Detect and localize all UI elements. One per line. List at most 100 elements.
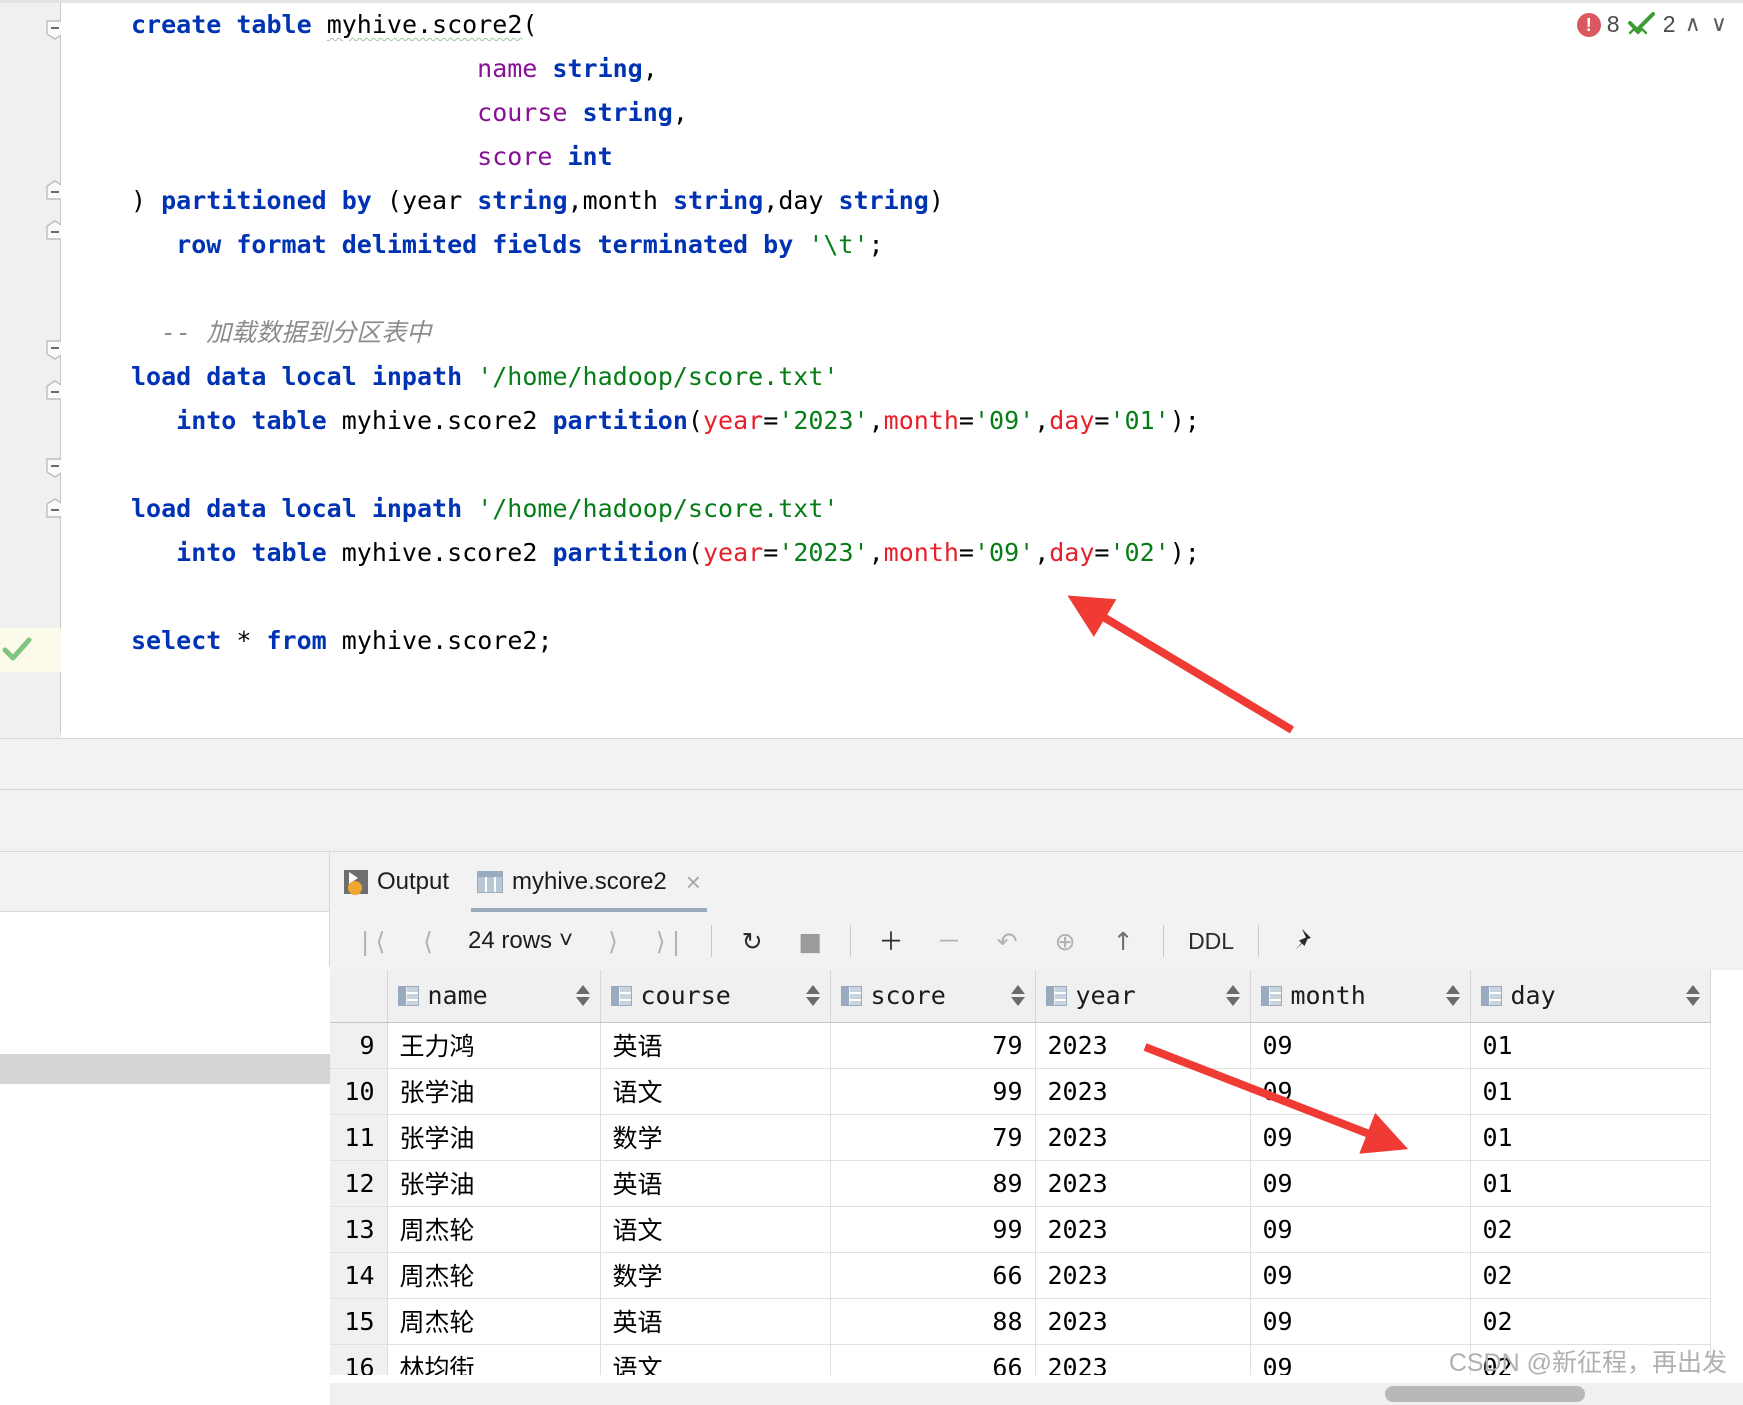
delete-row-icon[interactable]: － <box>921 919 977 963</box>
prev-page-button[interactable]: ⟨ <box>400 919 456 963</box>
cell-year[interactable]: 2023 <box>1035 1252 1251 1299</box>
cell-year[interactable]: 2023 <box>1035 1206 1251 1253</box>
first-page-button[interactable]: ❘⟨ <box>342 919 398 963</box>
pin-tab-icon[interactable] <box>1271 919 1327 963</box>
cell-day[interactable]: 01 <box>1470 1160 1711 1207</box>
row-count-selector[interactable]: 24 rows ˅ <box>458 927 583 955</box>
table-row[interactable]: 10 张学油 语文 99 2023 09 01 <box>330 1068 1711 1115</box>
code-token: score <box>477 142 553 171</box>
cell-year[interactable]: 2023 <box>1035 1114 1251 1161</box>
sort-arrows-icon[interactable] <box>805 985 820 1007</box>
table-row[interactable]: 15 周杰轮 英语 88 2023 09 02 <box>330 1298 1711 1345</box>
cell-score[interactable]: 99 <box>830 1206 1036 1253</box>
cell-name[interactable]: 林均街 <box>387 1344 601 1375</box>
cell-year[interactable]: 2023 <box>1035 1344 1251 1375</box>
cell-score[interactable]: 66 <box>830 1344 1036 1375</box>
row-number-header <box>330 970 388 1023</box>
stop-icon[interactable]: ■ <box>782 919 838 963</box>
cell-course[interactable]: 数学 <box>600 1252 831 1299</box>
code-token: , <box>642 54 658 83</box>
cell-course[interactable]: 数学 <box>600 1114 831 1161</box>
revert-changes-icon[interactable]: ↶ <box>979 919 1035 963</box>
upload-icon[interactable]: ↑ <box>1095 919 1151 963</box>
cell-name[interactable]: 周杰轮 <box>387 1206 601 1253</box>
cell-year[interactable]: 2023 <box>1035 1068 1251 1115</box>
cell-name[interactable]: 周杰轮 <box>387 1298 601 1345</box>
grid-horizontal-scrollbar[interactable] <box>330 1383 1743 1405</box>
column-header-year[interactable]: year <box>1035 970 1251 1023</box>
table-row[interactable]: 12 张学油 英语 89 2023 09 01 <box>330 1160 1711 1207</box>
column-header-month[interactable]: month <box>1250 970 1471 1023</box>
cell-score[interactable]: 89 <box>830 1160 1036 1207</box>
cell-score[interactable]: 66 <box>830 1252 1036 1299</box>
sort-arrows-icon[interactable] <box>1010 985 1025 1007</box>
result-tab-myhive-score2[interactable]: myhive.score2 × <box>463 852 715 912</box>
cell-course[interactable]: 语文 <box>600 1206 831 1253</box>
code-token: int <box>567 142 613 171</box>
cell-score[interactable]: 79 <box>830 1114 1036 1161</box>
column-header-name[interactable]: name <box>387 970 601 1023</box>
cell-score[interactable]: 88 <box>830 1298 1036 1345</box>
code-token: * <box>236 626 252 655</box>
result-data-grid[interactable]: name course score year month day 9 王力鸿 英语 79 2023… <box>330 970 1743 1375</box>
sort-arrows-icon[interactable] <box>1685 985 1700 1007</box>
table-row[interactable]: 13 周杰轮 语文 99 2023 09 02 <box>330 1206 1711 1253</box>
cell-day[interactable]: 01 <box>1470 1114 1711 1161</box>
sort-arrows-icon[interactable] <box>1445 985 1460 1007</box>
cell-score[interactable]: 99 <box>830 1068 1036 1115</box>
next-page-button[interactable]: ⟩ <box>585 919 641 963</box>
chevron-down-icon[interactable]: ∨ <box>1709 12 1729 37</box>
cell-month[interactable]: 09 <box>1250 1206 1471 1253</box>
cell-year[interactable]: 2023 <box>1035 1022 1251 1069</box>
table-row[interactable]: 9 王力鸿 英语 79 2023 09 01 <box>330 1022 1711 1069</box>
cell-course[interactable]: 英语 <box>600 1160 831 1207</box>
cell-day[interactable]: 02 <box>1470 1252 1711 1299</box>
cell-course[interactable]: 语文 <box>600 1344 831 1375</box>
cell-name[interactable]: 王力鸿 <box>387 1022 601 1069</box>
statement-success-icon[interactable] <box>2 636 32 662</box>
cell-day[interactable]: 02 <box>1470 1206 1711 1253</box>
table-row[interactable]: 11 张学油 数学 79 2023 09 01 <box>330 1114 1711 1161</box>
sort-arrows-icon[interactable] <box>575 985 590 1007</box>
tool-window-splitter[interactable] <box>0 790 1743 852</box>
ddl-button[interactable]: DDL <box>1176 928 1246 955</box>
cell-score[interactable]: 79 <box>830 1022 1036 1069</box>
cell-month[interactable]: 09 <box>1250 1068 1471 1115</box>
last-page-button[interactable]: ⟩❘ <box>643 919 699 963</box>
cell-name[interactable]: 张学油 <box>387 1114 601 1161</box>
editor-text-area[interactable]: create table myhive.score2(name string, c… <box>61 3 1743 738</box>
sql-editor[interactable]: create table myhive.score2(name string, c… <box>0 0 1743 738</box>
cell-name[interactable]: 张学油 <box>387 1160 601 1207</box>
cell-course[interactable]: 英语 <box>600 1298 831 1345</box>
cell-course[interactable]: 英语 <box>600 1022 831 1069</box>
cell-day[interactable]: 01 <box>1470 1022 1711 1069</box>
cell-name[interactable]: 周杰轮 <box>387 1252 601 1299</box>
cell-month[interactable]: 09 <box>1250 1160 1471 1207</box>
cell-name[interactable]: 张学油 <box>387 1068 601 1115</box>
cell-month[interactable]: 09 <box>1250 1022 1471 1069</box>
result-tab-output[interactable]: Output <box>330 852 463 912</box>
add-row-icon[interactable]: ＋ <box>863 919 919 963</box>
inspection-widget[interactable]: ! 8 2 ∧ ∨ <box>1576 11 1729 38</box>
sort-arrows-icon[interactable] <box>1225 985 1240 1007</box>
cell-year[interactable]: 2023 <box>1035 1160 1251 1207</box>
column-header-course[interactable]: course <box>600 970 831 1023</box>
cell-day[interactable]: 02 <box>1470 1298 1711 1345</box>
code-token: ) <box>131 186 147 215</box>
chevron-up-icon[interactable]: ∧ <box>1683 12 1703 37</box>
cell-month[interactable]: 09 <box>1250 1114 1471 1161</box>
column-header-day[interactable]: day <box>1470 970 1711 1023</box>
cell-month[interactable]: 09 <box>1250 1252 1471 1299</box>
commit-icon[interactable]: ⊕ <box>1037 919 1093 963</box>
table-row[interactable]: 14 周杰轮 数学 66 2023 09 02 <box>330 1252 1711 1299</box>
refresh-icon[interactable]: ↻ <box>724 919 780 963</box>
code-token: day <box>1049 538 1095 567</box>
cell-course[interactable]: 语文 <box>600 1068 831 1115</box>
close-icon[interactable]: × <box>686 869 701 895</box>
cell-day[interactable]: 01 <box>1470 1068 1711 1115</box>
scrollbar-thumb[interactable] <box>1385 1386 1585 1402</box>
column-header-score[interactable]: score <box>830 970 1036 1023</box>
cell-year[interactable]: 2023 <box>1035 1298 1251 1345</box>
cell-month[interactable]: 09 <box>1250 1298 1471 1345</box>
cell-month[interactable]: 09 <box>1250 1344 1471 1375</box>
